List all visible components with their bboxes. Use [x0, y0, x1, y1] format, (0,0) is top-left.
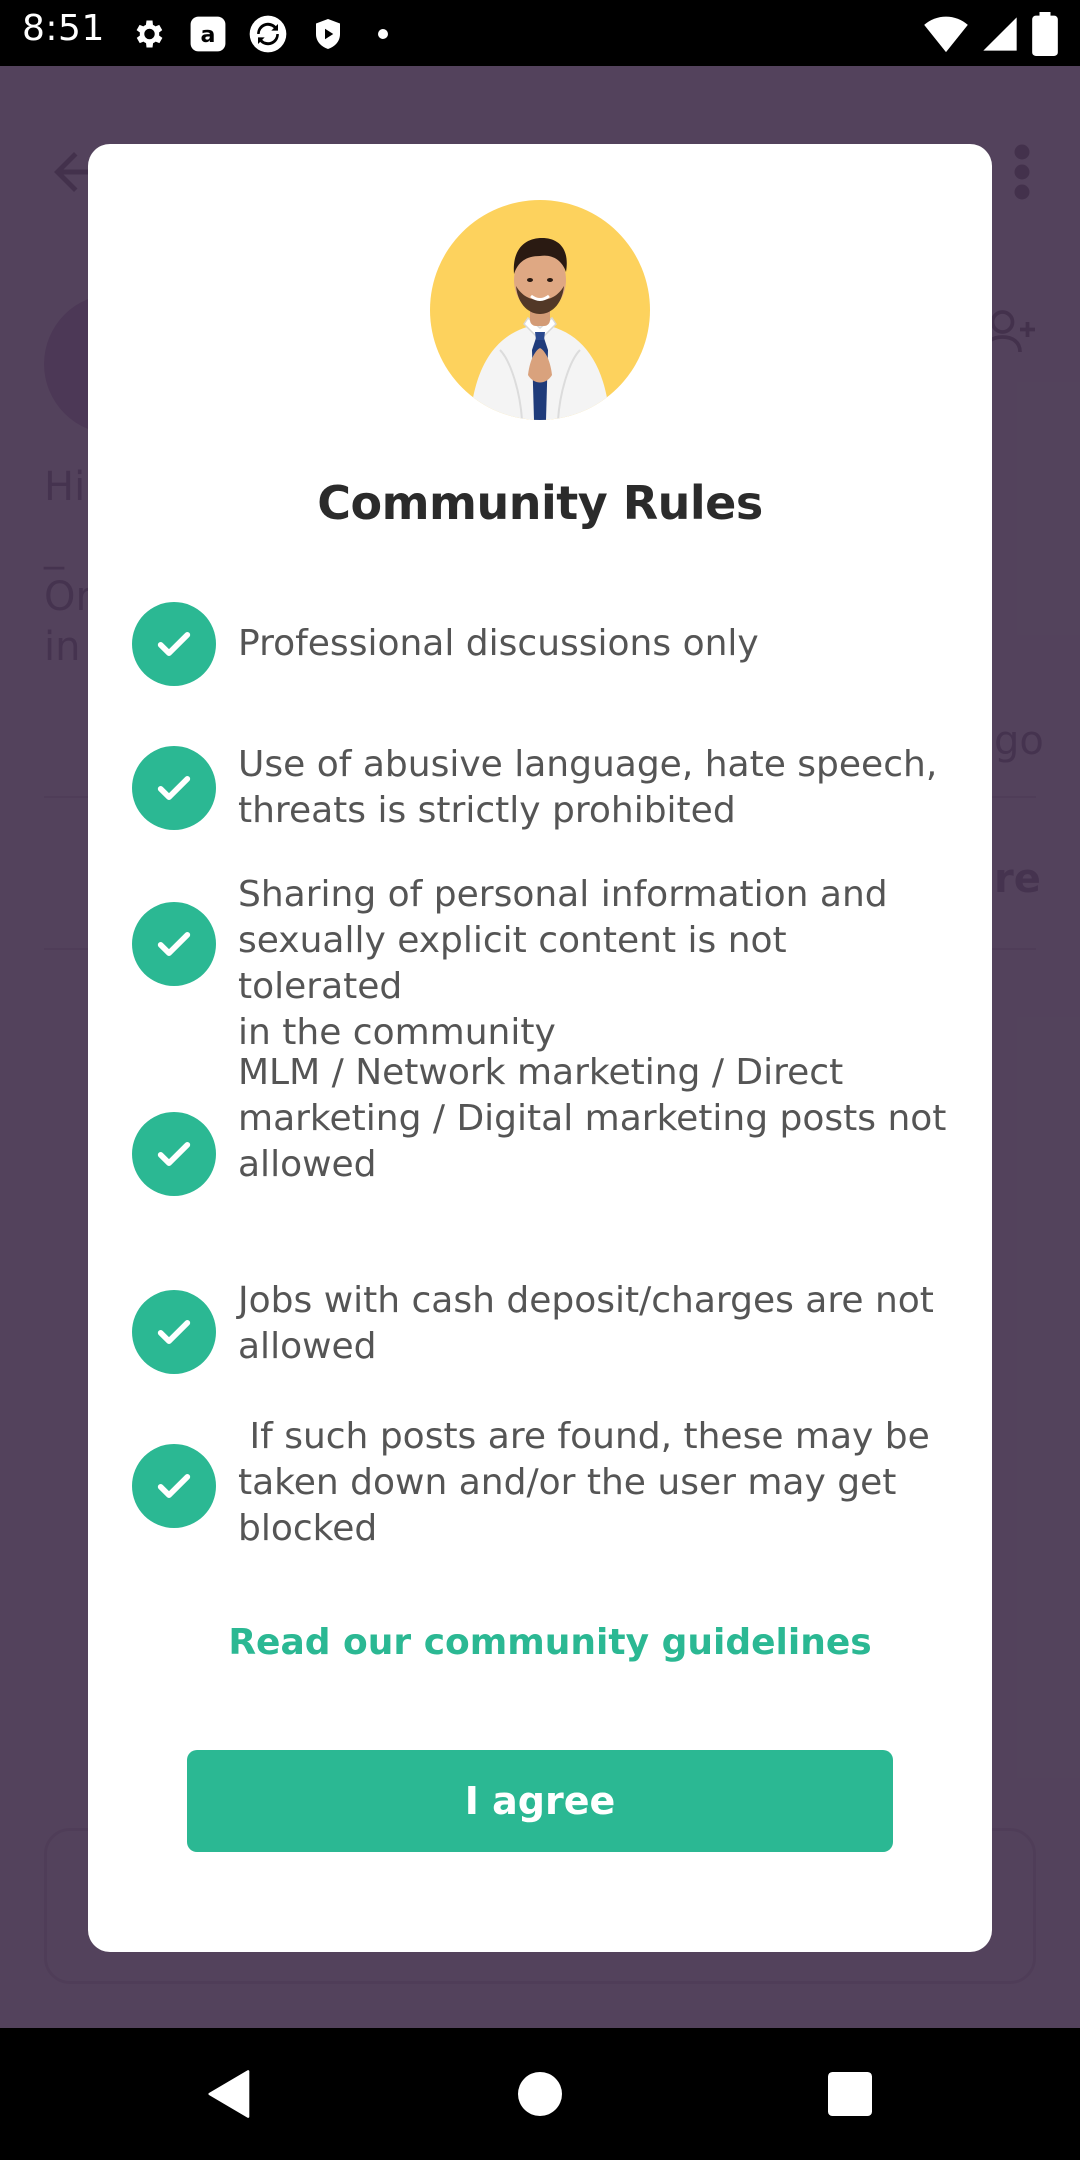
check-circle-icon [132, 746, 216, 830]
recents-nav-icon[interactable] [820, 2064, 880, 2124]
rule-item: If such posts are found, these may be ta… [132, 1416, 952, 1582]
status-icons-left: a [126, 12, 388, 56]
shield-play-icon [306, 12, 350, 56]
rule-item: Professional discussions only [132, 602, 952, 686]
dialog-title: Community Rules [317, 476, 763, 530]
rule-text: If such posts are found, these may be ta… [238, 1416, 930, 1549]
rule-item: Use of abusive language, hate speech, th… [132, 744, 952, 838]
sync-icon [246, 12, 290, 56]
check-circle-icon [132, 1444, 216, 1528]
community-guidelines-link[interactable]: Read our community guidelines [88, 1622, 992, 1663]
rule-text: Professional discussions only [238, 623, 759, 664]
check-circle-icon [132, 902, 216, 986]
rule-text: Use of abusive language, hate speech, th… [238, 744, 938, 831]
status-bar: 8:51 a [0, 0, 1080, 66]
check-circle-icon [132, 1112, 216, 1196]
amazon-icon: a [186, 12, 230, 56]
rule-text: MLM / Network marketing / Direct marketi… [238, 1052, 947, 1185]
navigation-bar [0, 2028, 1080, 2160]
status-time: 8:51 [22, 8, 105, 49]
check-circle-icon [132, 1290, 216, 1374]
status-icons-right [924, 12, 1058, 60]
rule-item: Sharing of personal information and sexu… [132, 874, 952, 1053]
wifi-icon [924, 14, 968, 58]
rule-text: Jobs with cash deposit/charges are not a… [238, 1280, 934, 1367]
svg-text:a: a [201, 22, 216, 48]
agree-button[interactable]: I agree [187, 1750, 893, 1852]
settings-icon [126, 12, 170, 56]
screen: 8:51 a Community Rules Professional disc… [0, 0, 1080, 2160]
home-nav-icon[interactable] [510, 2064, 570, 2124]
community-rules-dialog: Community Rules Professional discussions… [88, 144, 992, 1952]
battery-icon [1032, 12, 1058, 60]
check-circle-icon [132, 602, 216, 686]
back-nav-icon[interactable] [200, 2064, 260, 2124]
host-avatar-image [430, 200, 650, 420]
person-illustration [470, 238, 610, 420]
notification-dot-icon [378, 29, 388, 39]
signal-icon [980, 14, 1020, 58]
rule-item: MLM / Network marketing / Direct marketi… [132, 1052, 952, 1250]
rule-item: Jobs with cash deposit/charges are not a… [132, 1280, 952, 1382]
rule-text: Sharing of personal information and sexu… [238, 874, 888, 1053]
